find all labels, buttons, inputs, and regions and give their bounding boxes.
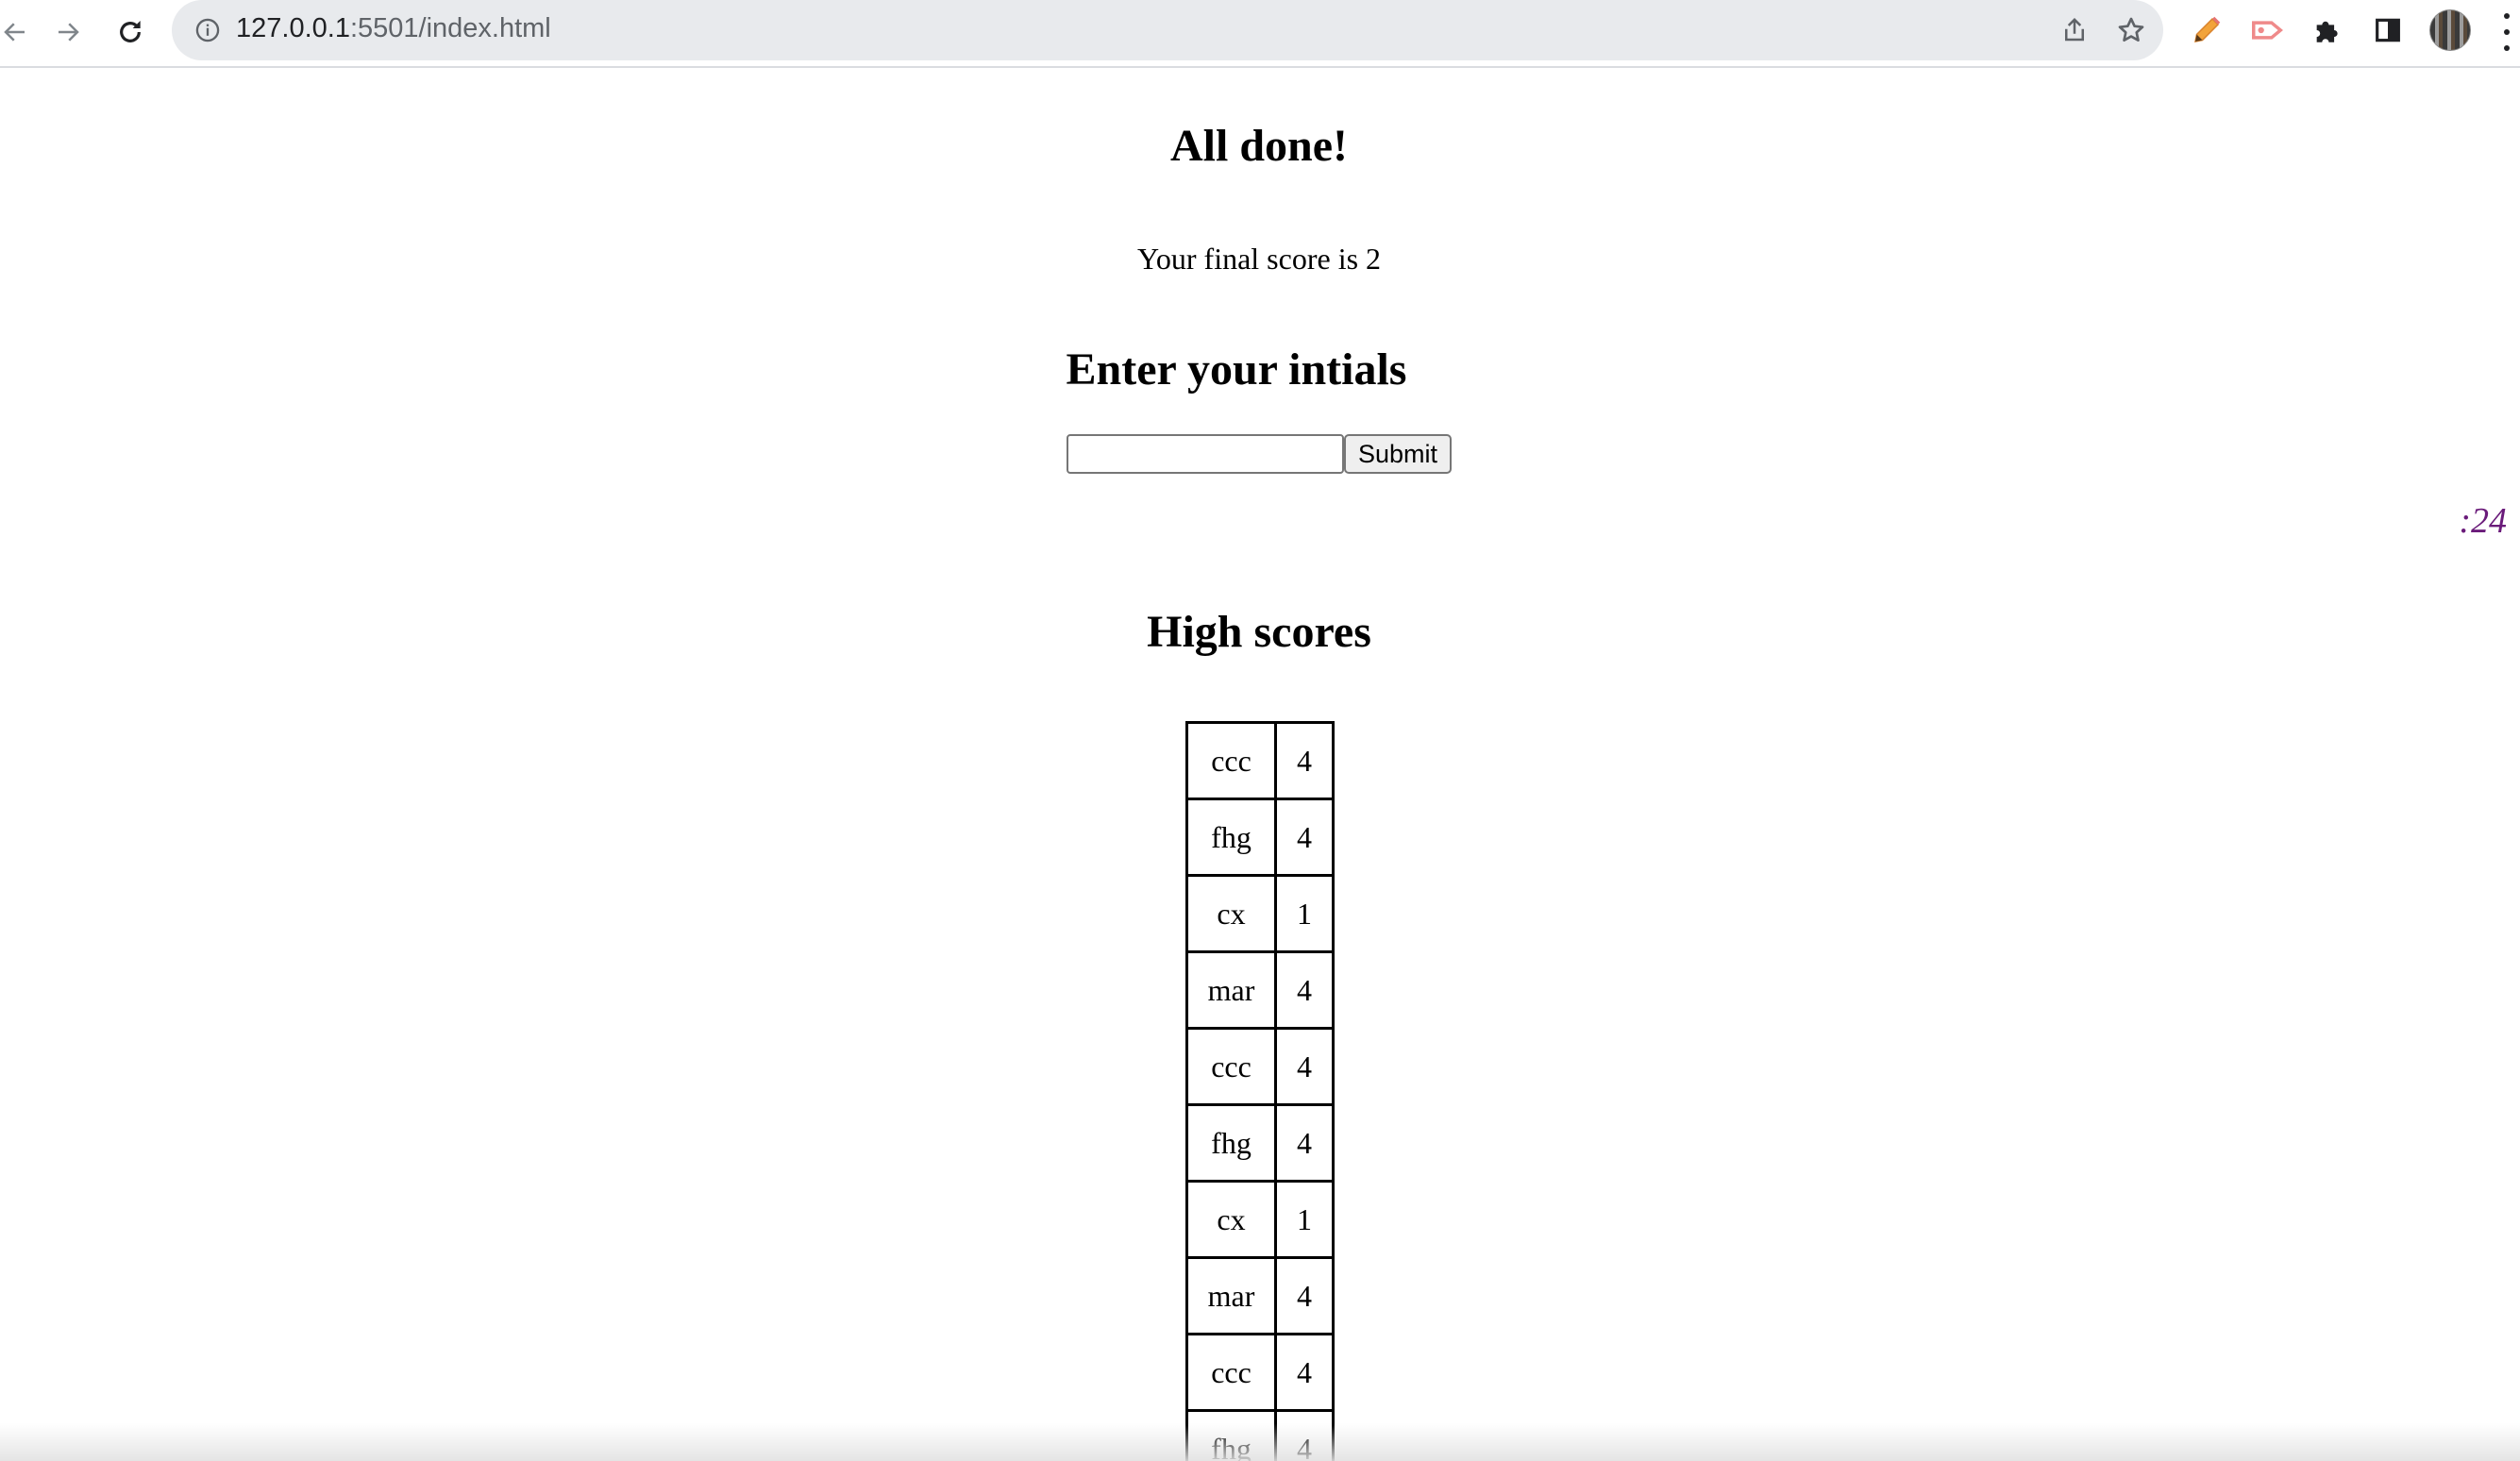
pencil-icon — [2194, 16, 2221, 42]
initials-input[interactable] — [1067, 434, 1344, 474]
extensions-button[interactable] — [2309, 11, 2346, 49]
avatar[interactable] — [2429, 9, 2471, 51]
table-row: mar 4 — [1188, 1259, 1335, 1335]
kebab-menu-icon[interactable] — [2497, 13, 2516, 51]
puzzle-icon — [2316, 21, 2338, 42]
url-host: 127.0.0.1 — [236, 13, 350, 43]
score-name: fhg — [1188, 800, 1277, 877]
bookmark-button[interactable] — [2114, 13, 2148, 47]
high-scores-table: ccc 4 fhg 4 cx 1 mar 4 ccc 4 fhg 4 cx 1 mar 4 cc… — [1185, 721, 1335, 1461]
share-button[interactable] — [2058, 13, 2092, 47]
star-icon — [2118, 17, 2144, 42]
score-value: 4 — [1277, 724, 1335, 800]
table-row: fhg 4 — [1188, 1106, 1335, 1183]
info-icon — [195, 18, 220, 42]
table-row: ccc 4 — [1188, 1335, 1335, 1412]
url-text[interactable]: 127.0.0.1:5501/index.html — [236, 13, 551, 44]
score-name: ccc — [1188, 1335, 1277, 1412]
all-done-heading: All done! — [1169, 121, 1348, 171]
score-value: 1 — [1277, 1183, 1335, 1259]
url-path: :5501/index.html — [349, 13, 551, 43]
score-value: 4 — [1277, 800, 1335, 877]
score-name: ccc — [1188, 724, 1277, 800]
score-name: mar — [1188, 953, 1277, 1030]
back-button[interactable] — [0, 11, 36, 53]
browser-toolbar: 127.0.0.1:5501/index.html — [0, 0, 2520, 68]
score-value: 4 — [1277, 1335, 1335, 1412]
table-row: fhg 4 — [1188, 1412, 1335, 1461]
share-icon — [2065, 17, 2084, 42]
score-value: 4 — [1277, 1412, 1335, 1461]
high-scores-heading: High scores — [1147, 607, 1371, 657]
enter-initials-heading: Enter your intials — [1066, 344, 1407, 395]
side-panel-button[interactable] — [2369, 11, 2407, 49]
table-row: ccc 4 — [1188, 724, 1335, 800]
tag-arrow-icon — [2252, 21, 2283, 40]
submit-button[interactable]: Submit — [1344, 434, 1452, 474]
score-name: cx — [1188, 877, 1277, 953]
side-panel-icon — [2376, 18, 2400, 42]
score-value: 4 — [1277, 1259, 1335, 1335]
timer-text: :24 — [2459, 501, 2507, 541]
score-value: 4 — [1277, 953, 1335, 1030]
pencil-extension-button[interactable] — [2188, 11, 2226, 49]
tag-extension-button[interactable] — [2248, 11, 2286, 49]
arrow-right-icon — [59, 23, 79, 42]
address-bar[interactable]: 127.0.0.1:5501/index.html — [172, 0, 2163, 60]
score-name: fhg — [1188, 1412, 1277, 1461]
forward-button[interactable] — [47, 11, 89, 53]
table-row: cx 1 — [1188, 1183, 1335, 1259]
score-name: ccc — [1188, 1030, 1277, 1106]
reload-icon — [120, 21, 141, 42]
score-value: 4 — [1277, 1030, 1335, 1106]
score-name: fhg — [1188, 1106, 1277, 1183]
score-value: 1 — [1277, 877, 1335, 953]
site-info-button[interactable] — [193, 15, 223, 45]
arrow-left-icon — [4, 23, 25, 42]
score-value: 4 — [1277, 1106, 1335, 1183]
table-row: cx 1 — [1188, 877, 1335, 953]
page-content: All done! Your final score is 2 Enter yo… — [0, 68, 2520, 1461]
score-name: mar — [1188, 1259, 1277, 1335]
final-score-text: Your final score is 2 — [1136, 242, 1382, 276]
table-row: ccc 4 — [1188, 1030, 1335, 1106]
table-row: fhg 4 — [1188, 800, 1335, 877]
table-row: mar 4 — [1188, 953, 1335, 1030]
reload-button[interactable] — [109, 11, 151, 53]
score-name: cx — [1188, 1183, 1277, 1259]
